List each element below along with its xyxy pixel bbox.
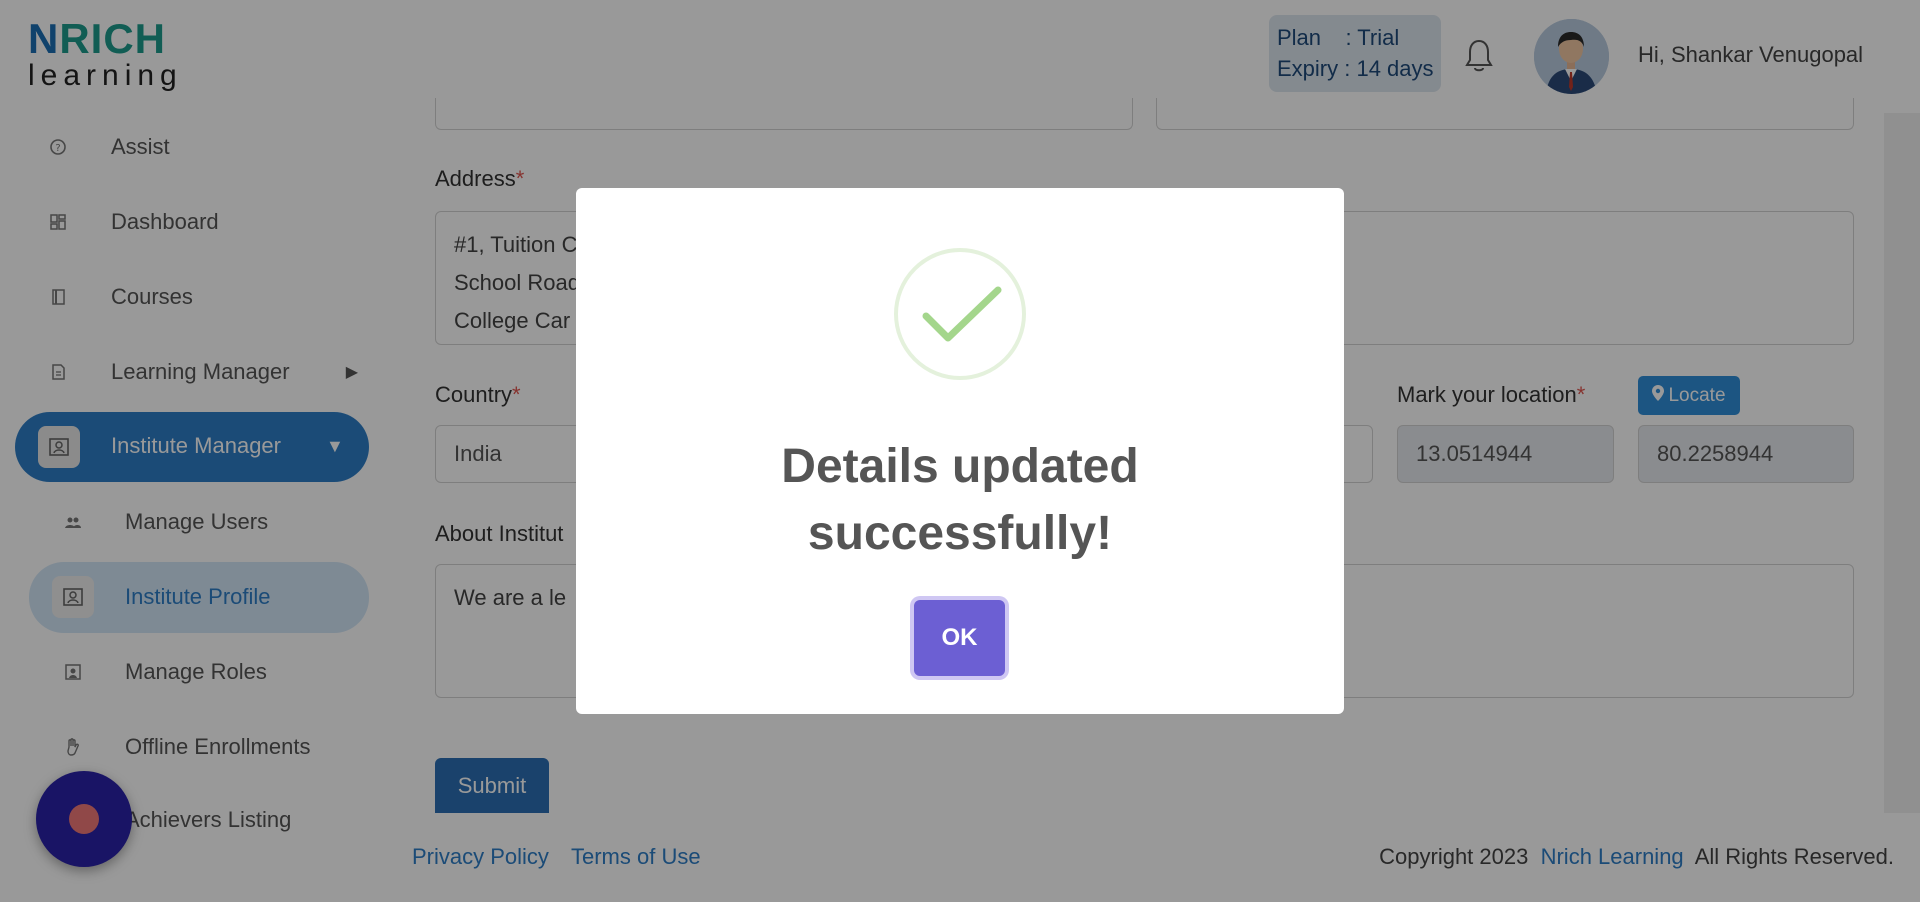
modal-title-line: successfully! — [807, 507, 1113, 560]
success-modal: Details updated successfully! OK — [576, 188, 1344, 714]
modal-title: Details updated successfully! — [576, 433, 1344, 567]
ok-label: OK — [941, 624, 978, 651]
check-icon — [894, 248, 1026, 380]
modal-title-line: Details updated — [781, 440, 1139, 493]
ok-button[interactable]: OK — [914, 600, 1005, 676]
